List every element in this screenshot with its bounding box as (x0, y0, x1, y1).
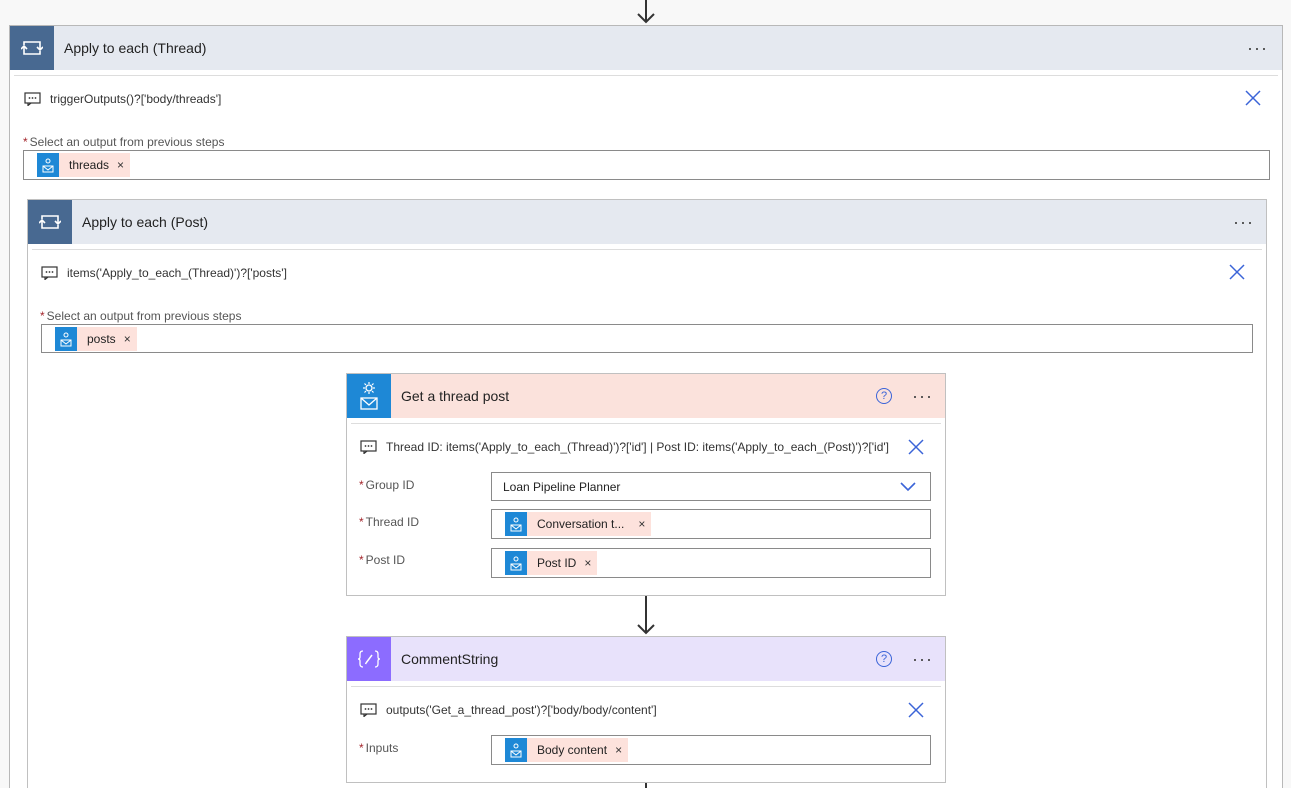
outer-loop-title: Apply to each (Thread) (64, 40, 207, 56)
remove-token-button[interactable]: × (584, 556, 591, 570)
inner-loop-title: Apply to each (Post) (82, 214, 209, 230)
get-thread-post-card: Get a thread post ? ··· Thread ID: items… (346, 373, 946, 596)
post-id-field[interactable]: Post ID × (491, 548, 931, 578)
comment-string-menu-button[interactable]: ··· (912, 650, 933, 668)
inner-loop-output-field[interactable]: posts × (41, 324, 1253, 353)
group-id-label: * Group ID (359, 478, 415, 492)
compose-icon (347, 637, 391, 681)
inner-loop-note-text: items('Apply_to_each_(Thread)')?['posts'… (67, 266, 287, 280)
comment-string-header[interactable]: CommentString ? ··· (347, 637, 945, 681)
get-thread-post-divider (351, 423, 941, 424)
remove-token-button[interactable]: × (117, 158, 124, 172)
group-id-dropdown[interactable]: Loan Pipeline Planner (491, 472, 931, 501)
close-icon[interactable] (1244, 89, 1262, 107)
top-connector-arrow (636, 0, 656, 25)
get-thread-post-note-text: Thread ID: items('Apply_to_each_(Thread)… (386, 440, 889, 454)
remove-token-button[interactable]: × (124, 332, 131, 346)
outer-loop-note-text: triggerOutputs()?['body/threads'] (50, 92, 222, 106)
close-icon[interactable] (907, 438, 925, 456)
inner-loop-menu-button[interactable]: ··· (1233, 213, 1254, 231)
remove-token-button[interactable]: × (615, 743, 622, 757)
get-thread-post-header[interactable]: Get a thread post ? ··· (347, 374, 945, 418)
post-id-label: * Post ID (359, 553, 406, 567)
office-groups-icon (347, 374, 391, 418)
outer-loop-output-field[interactable]: threads × (23, 150, 1270, 180)
office-groups-icon (505, 738, 527, 762)
body-content-token[interactable]: Body content × (505, 738, 629, 762)
comment-icon (41, 266, 58, 280)
remove-token-button[interactable]: × (638, 517, 645, 531)
inputs-field[interactable]: Body content × (491, 735, 931, 765)
comment-string-card: CommentString ? ··· outputs('Get_a_threa… (346, 636, 946, 783)
comment-string-title: CommentString (401, 651, 499, 667)
office-groups-icon (55, 326, 77, 351)
comment-icon (360, 440, 377, 454)
office-groups-icon (37, 153, 59, 177)
middle-connector-arrow (636, 596, 656, 636)
inner-loop-divider (32, 249, 1262, 250)
get-thread-post-menu-button[interactable]: ··· (912, 387, 933, 405)
get-thread-post-title: Get a thread post (401, 388, 510, 404)
bottom-connector-line (645, 783, 647, 788)
get-thread-post-note[interactable]: Thread ID: items('Apply_to_each_(Thread)… (360, 440, 889, 454)
threads-token[interactable]: threads × (37, 153, 131, 177)
comment-string-note-text: outputs('Get_a_thread_post')?['body/body… (386, 703, 657, 717)
inner-loop-field-label: * Select an output from previous steps (40, 309, 242, 323)
help-icon[interactable]: ? (876, 388, 893, 404)
loop-icon (10, 26, 54, 70)
office-groups-icon (505, 551, 527, 575)
comment-icon (24, 92, 41, 106)
outer-loop-note[interactable]: triggerOutputs()?['body/threads'] (24, 92, 221, 106)
help-icon[interactable]: ? (876, 651, 893, 667)
post-id-token[interactable]: Post ID × (505, 551, 598, 575)
comment-icon (360, 703, 377, 717)
close-icon[interactable] (1228, 263, 1246, 281)
chevron-down-icon (900, 481, 916, 491)
outer-loop-divider (14, 75, 1278, 76)
loop-icon (28, 200, 72, 244)
posts-token[interactable]: posts × (55, 326, 137, 351)
inner-loop-note[interactable]: items('Apply_to_each_(Thread)')?['posts'… (41, 266, 287, 280)
thread-id-label: * Thread ID (359, 515, 420, 529)
inner-loop-header[interactable]: Apply to each (Post) ··· (28, 200, 1266, 244)
inputs-label: * Inputs (359, 741, 399, 755)
comment-string-note[interactable]: outputs('Get_a_thread_post')?['body/body… (360, 703, 657, 717)
outer-loop-menu-button[interactable]: ··· (1247, 39, 1268, 57)
group-id-value: Loan Pipeline Planner (503, 479, 621, 494)
close-icon[interactable] (907, 701, 925, 719)
conversation-token[interactable]: Conversation t... × (505, 512, 652, 536)
outer-loop-header[interactable]: Apply to each (Thread) ··· (10, 26, 1282, 70)
office-groups-icon (505, 512, 527, 536)
comment-string-divider (351, 686, 941, 687)
outer-loop-field-label: * Select an output from previous steps (23, 135, 225, 149)
thread-id-field[interactable]: Conversation t... × (491, 509, 931, 539)
